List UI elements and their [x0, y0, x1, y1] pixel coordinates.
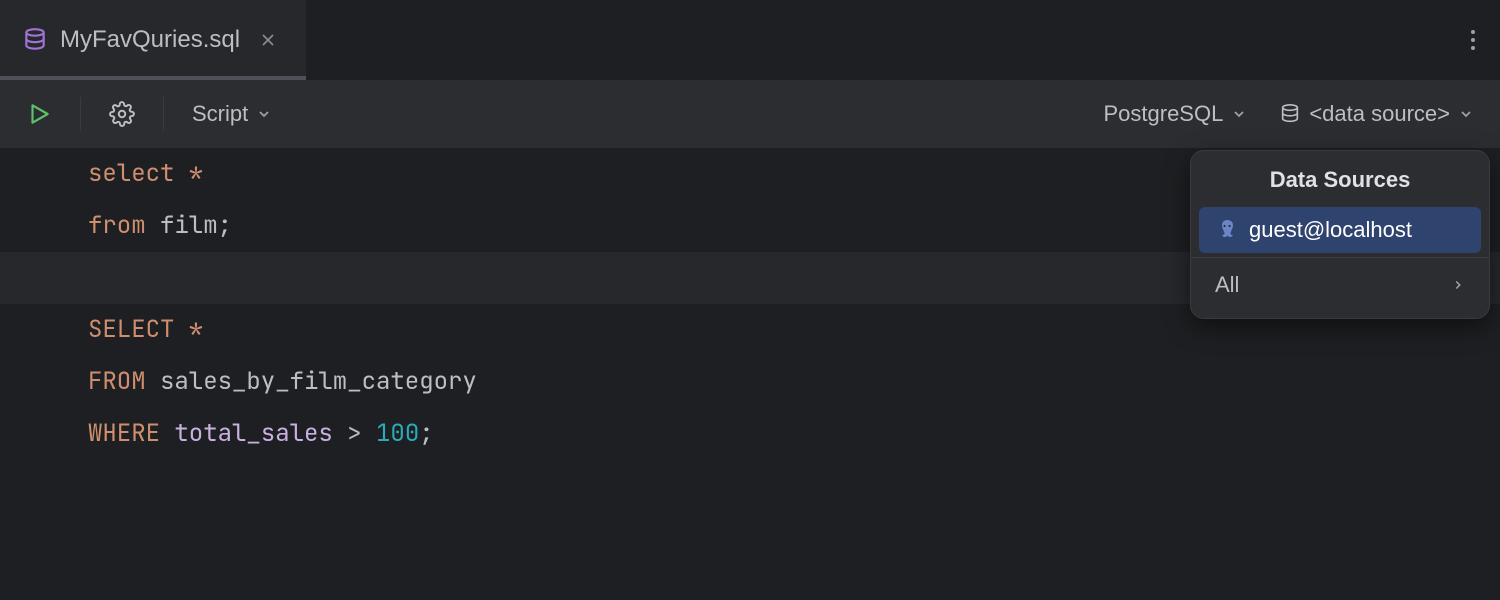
- database-icon: [1279, 103, 1301, 125]
- resolve-mode-label: Script: [192, 101, 248, 127]
- more-options-icon[interactable]: [1460, 19, 1486, 61]
- close-tab-icon[interactable]: [252, 28, 284, 52]
- datasource-dropdown[interactable]: <data source>: [1271, 95, 1482, 133]
- popup-title: Data Sources: [1191, 151, 1489, 203]
- settings-button[interactable]: [101, 95, 143, 133]
- popup-separator: [1191, 257, 1489, 258]
- run-button[interactable]: [18, 95, 60, 133]
- dialect-label: PostgreSQL: [1103, 101, 1223, 127]
- file-name: MyFavQuries.sql: [60, 26, 240, 54]
- file-tab[interactable]: MyFavQuries.sql: [0, 0, 306, 80]
- postgresql-icon: [1215, 218, 1239, 242]
- datasource-popup: Data Sources guest@localhost All: [1190, 150, 1490, 319]
- chevron-down-icon: [1231, 106, 1247, 122]
- chevron-down-icon: [256, 106, 272, 122]
- tab-bar: MyFavQuries.sql: [0, 0, 1500, 80]
- separator: [163, 97, 164, 131]
- datasource-item-all[interactable]: All: [1199, 262, 1481, 308]
- code-line: WHERE total_sales > 100;: [0, 408, 1500, 460]
- chevron-down-icon: [1458, 106, 1474, 122]
- dialect-dropdown[interactable]: PostgreSQL: [1095, 95, 1255, 133]
- console-toolbar: Script PostgreSQL <data source>: [0, 80, 1500, 148]
- resolve-mode-dropdown[interactable]: Script: [184, 95, 280, 133]
- datasource-all-label: All: [1215, 272, 1239, 298]
- datasource-label: <data source>: [1309, 101, 1450, 127]
- tab-underline: [0, 76, 306, 80]
- separator: [80, 97, 81, 131]
- datasource-item-guest-localhost[interactable]: guest@localhost: [1199, 207, 1481, 253]
- datasource-item-label: guest@localhost: [1249, 217, 1412, 243]
- sql-file-icon: [22, 27, 48, 53]
- chevron-right-icon: [1451, 278, 1465, 292]
- code-line: FROM sales_by_film_category: [0, 356, 1500, 408]
